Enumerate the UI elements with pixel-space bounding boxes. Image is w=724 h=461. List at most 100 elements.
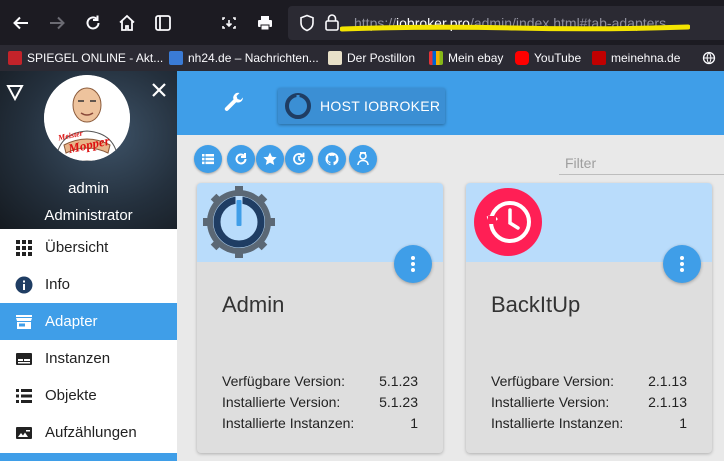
url-bar[interactable]: https://iobroker.pro/admin/index.html#ta…: [288, 6, 724, 40]
home-button[interactable]: [114, 10, 140, 36]
screenshot-button[interactable]: [216, 10, 242, 36]
nav-item-instanzen[interactable]: Instanzen: [0, 340, 177, 377]
favorites-button[interactable]: [256, 145, 284, 173]
star-icon: [263, 152, 277, 165]
github-icon: [325, 152, 339, 166]
postillon-favicon: [328, 51, 342, 65]
more-vert-icon: [411, 256, 415, 272]
store-icon: [16, 314, 32, 329]
nav-item-adapter[interactable]: Adapter: [0, 303, 177, 340]
adapter-info: Verfügbare Version: 5.1.23 Installierte V…: [222, 371, 418, 434]
nav-label: Info: [45, 276, 71, 293]
spiegel-favicon: [8, 51, 22, 65]
card-menu-button[interactable]: [394, 245, 432, 283]
ebay-favicon: [429, 51, 443, 65]
refresh-icon: [235, 153, 247, 165]
browser-toolbar: https://iobroker.pro/admin/index.html#ta…: [0, 0, 724, 45]
more-vert-icon: [680, 256, 684, 272]
close-icon[interactable]: [150, 81, 168, 99]
list-icon: [16, 388, 32, 403]
bookmark-spiegel[interactable]: SPIEGEL ONLINE - Akt...: [8, 50, 163, 66]
iobroker-host-icon: [285, 93, 311, 119]
bookmark-ebay[interactable]: Mein ebay: [429, 50, 503, 66]
url-highlight-stroke: [340, 24, 690, 32]
available-version-row: Verfügbare Version: 2.1.13: [491, 373, 687, 389]
nh24-favicon: [169, 51, 183, 65]
drawer-header: Meister Mopper admin Administrator: [0, 71, 177, 229]
nav-label: Aufzählungen: [45, 424, 137, 441]
installed-instances-row: Installierte Instanzen: 1: [491, 415, 687, 431]
nav-label: Objekte: [45, 387, 97, 404]
nav-item-next-partial[interactable]: [0, 453, 177, 461]
pocket-icon: [155, 15, 171, 31]
back-button[interactable]: [8, 10, 34, 36]
adapter-card-admin: Admin Verfügbare Version: 5.1.23 Installi…: [197, 183, 443, 453]
grid-icon: [16, 239, 32, 256]
card-menu-button[interactable]: [663, 245, 701, 283]
available-version-row: Verfügbare Version: 5.1.23: [222, 373, 418, 389]
nav-label: Übersicht: [45, 239, 109, 256]
nav-item-objekte[interactable]: Objekte: [0, 377, 177, 414]
admin-adapter-logo-icon: [203, 186, 275, 258]
info-icon: [15, 276, 33, 293]
shield-icon: [300, 14, 314, 32]
avatar: Meister Mopper: [44, 75, 130, 161]
lock-icon: [325, 14, 339, 31]
forward-button[interactable]: [44, 10, 70, 36]
pocket-button[interactable]: [150, 10, 176, 36]
youtube-favicon: [515, 51, 529, 65]
home-icon: [119, 14, 135, 31]
wrench-icon[interactable]: [222, 91, 246, 115]
host-button-label: HOST IOBROKER: [320, 98, 441, 114]
list-view-button[interactable]: [194, 145, 222, 173]
hna-favicon: [592, 51, 606, 65]
user-name: admin: [68, 180, 109, 197]
adapter-name: Admin: [222, 292, 285, 317]
iobroker-app: Meister Mopper admin Administrator Übers…: [0, 71, 724, 461]
refresh-button[interactable]: [227, 145, 255, 173]
expert-user-icon: [357, 152, 369, 166]
nav-item-uebersicht[interactable]: Übersicht: [0, 229, 177, 266]
bookmark-postillon[interactable]: Der Postillon: [328, 50, 415, 66]
arrow-left-icon: [13, 16, 28, 30]
side-drawer: Meister Mopper admin Administrator Übers…: [0, 71, 177, 461]
arrow-right-icon: [50, 16, 65, 30]
instances-icon: [16, 352, 32, 365]
nav-label: Adapter: [45, 313, 98, 330]
iobroker-triangle-icon[interactable]: [6, 83, 24, 101]
adapter-card-backitup: BackItUp Verfügbare Version: 2.1.13 Insta…: [466, 183, 712, 453]
app-bar: HOST IOBROKER: [177, 71, 724, 135]
user-role: Administrator: [44, 207, 133, 224]
filter-input[interactable]: Filter: [559, 151, 724, 175]
reload-icon: [86, 15, 100, 30]
backitup-adapter-logo-icon: [474, 188, 542, 256]
adapter-name: BackItUp: [491, 292, 581, 317]
bookmarks-bar: SPIEGEL ONLINE - Akt... nh24.de – Nachri…: [0, 45, 724, 71]
reload-button[interactable]: [80, 10, 106, 36]
bookmark-folder[interactable]: [702, 50, 716, 66]
bookmark-nh24[interactable]: nh24.de – Nachrichten...: [169, 50, 319, 66]
nav-label: Instanzen: [45, 350, 111, 367]
enums-icon: [16, 426, 32, 439]
adapter-info: Verfügbare Version: 2.1.13 Installierte V…: [491, 371, 687, 434]
update-button[interactable]: [285, 145, 313, 173]
bookmark-meinehna[interactable]: meinehna.de: [592, 50, 680, 66]
bookmark-youtube[interactable]: YouTube: [515, 50, 581, 66]
expert-mode-button[interactable]: [349, 145, 377, 173]
main-content: HOST IOBROKER Filter Admin Verfügbare Ve…: [177, 71, 724, 461]
screenshot-icon: [222, 17, 236, 29]
installed-version-row: Installierte Version: 5.1.23: [222, 394, 418, 410]
printer-icon: [258, 16, 272, 31]
card-header: [466, 183, 712, 283]
host-selector-button[interactable]: HOST IOBROKER: [278, 88, 445, 124]
installed-instances-row: Installierte Instanzen: 1: [222, 415, 418, 431]
print-button[interactable]: [252, 10, 278, 36]
list-view-icon: [202, 154, 214, 165]
card-header: [197, 183, 443, 283]
nav-item-aufzaehlungen[interactable]: Aufzählungen: [0, 414, 177, 451]
installed-version-row: Installierte Version: 2.1.13: [491, 394, 687, 410]
update-icon: [293, 152, 305, 165]
globe-icon: [702, 51, 716, 65]
github-button[interactable]: [318, 145, 346, 173]
nav-item-info[interactable]: Info: [0, 266, 177, 303]
